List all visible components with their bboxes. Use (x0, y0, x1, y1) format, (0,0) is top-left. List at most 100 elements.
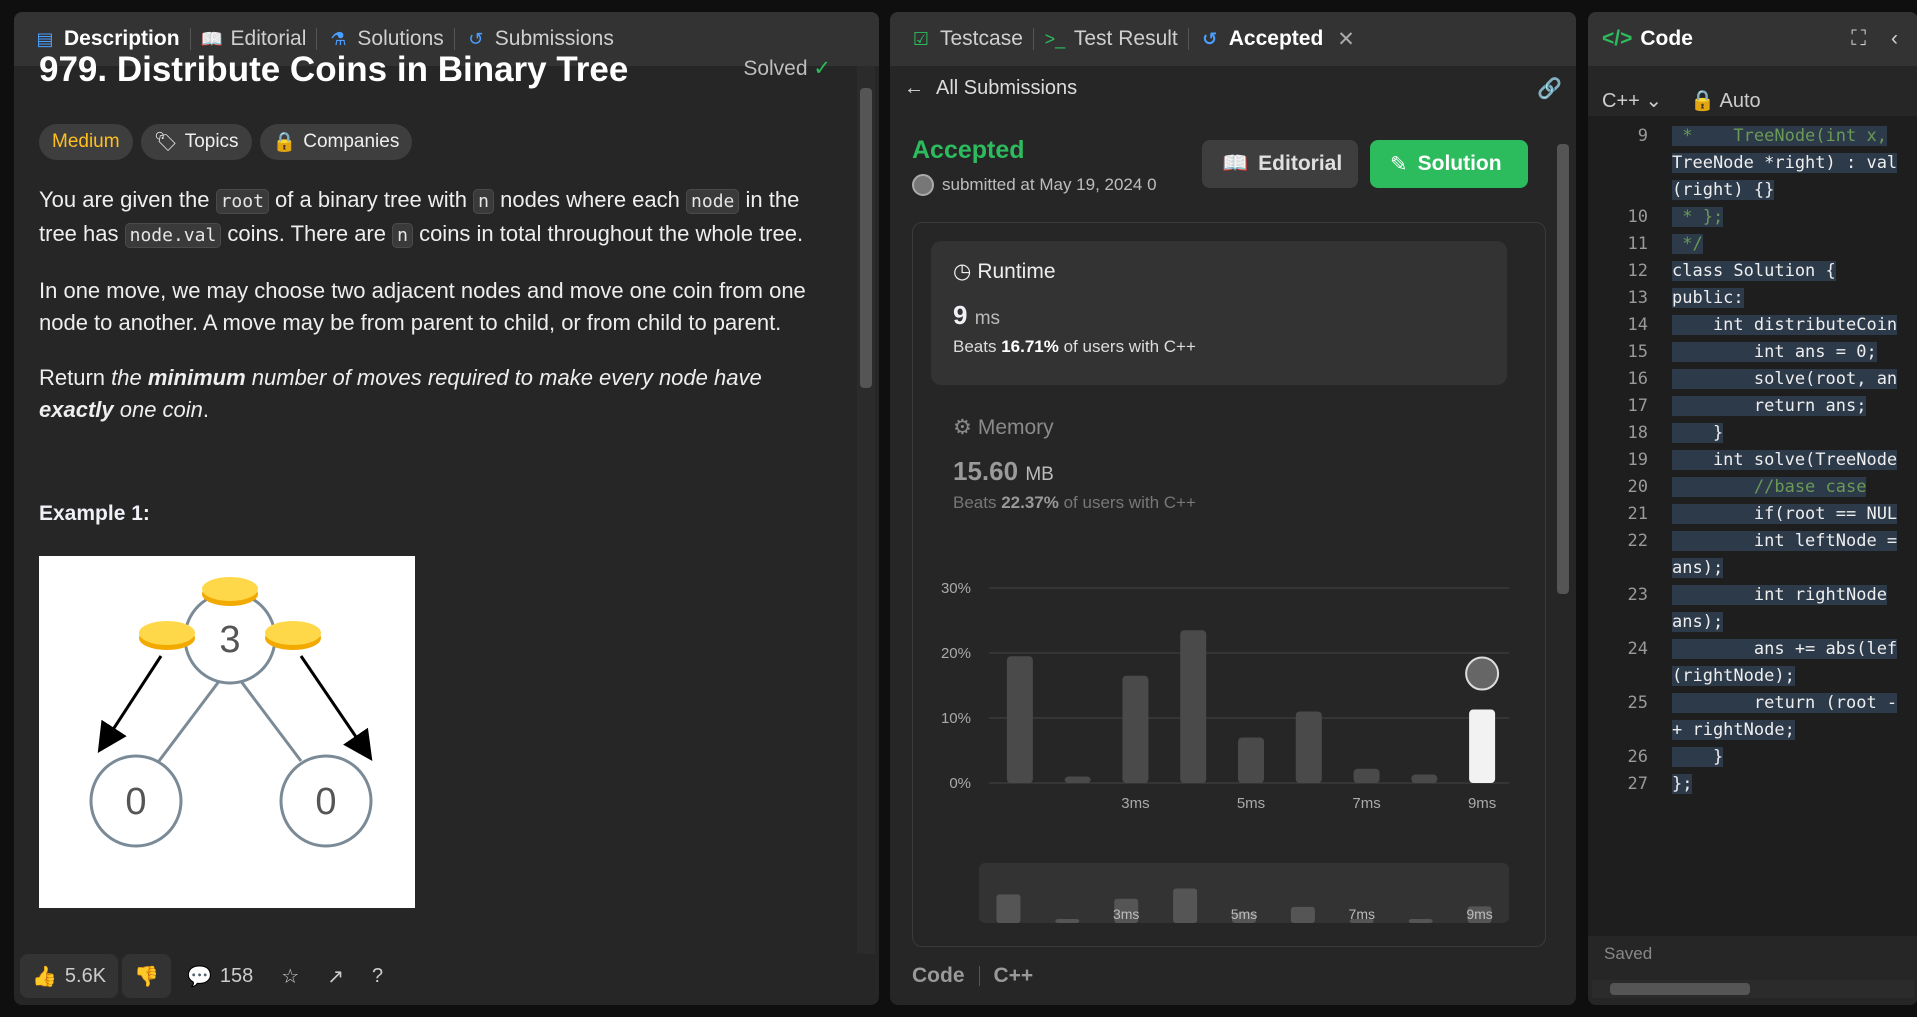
code-line: (right) {} (1672, 180, 1775, 200)
lock-icon: 🔒 (1690, 90, 1716, 112)
tab-testcase[interactable]: ☑ Testcase (900, 12, 1033, 66)
code-line: } (1672, 423, 1724, 443)
description-panel: ▤ Description 📖 Editorial ⚗ Solutions ↺ Subm… (14, 12, 879, 1005)
submission-status: Accepted (912, 136, 1025, 164)
save-status: Saved (1604, 944, 1653, 963)
auto-mode-toggle[interactable]: 🔒 Auto (1690, 88, 1761, 113)
book-icon: 📖 (200, 29, 223, 49)
y-tick-label: 20% (941, 645, 971, 662)
memory-box[interactable]: ⚙ Memory 15.60 MB Beats 22.37% of users w… (953, 415, 1196, 513)
line-number: 18 (1627, 423, 1648, 443)
history-icon: ↺ (1202, 29, 1218, 49)
book-icon: 📖 (1222, 152, 1249, 175)
code-line: class Solution { (1672, 261, 1836, 281)
example-tree-image: 3 0 0 (39, 556, 415, 908)
share-button[interactable]: ↗ (315, 954, 356, 998)
code-line: int distributeCoin (1672, 315, 1898, 335)
help-icon: ? (371, 964, 384, 987)
result-scrollbar[interactable] (1554, 122, 1572, 1005)
code-line: int ans = 0; (1672, 342, 1877, 362)
comments-button[interactable]: 💬 158 (175, 954, 265, 998)
mini-bar (1408, 919, 1433, 923)
example-label: Example 1: (39, 502, 150, 525)
help-button[interactable]: ? (360, 954, 395, 998)
line-number: 25 (1627, 693, 1648, 713)
editor-hscrollbar[interactable] (1592, 980, 1914, 998)
mini-bar (1055, 919, 1080, 923)
y-tick-label: 10% (941, 710, 971, 727)
dislike-button[interactable]: 👎 (122, 954, 171, 998)
terminal-icon: >_ (1044, 29, 1066, 49)
close-icon[interactable]: ✕ (1337, 27, 1355, 52)
link-icon[interactable]: 🔗 (1537, 76, 1562, 101)
line-number: 26 (1627, 747, 1648, 767)
flask-icon: ⚗ (330, 29, 347, 49)
like-button[interactable]: 👍 5.6K (20, 954, 119, 998)
tab-test-result[interactable]: >_ Test Result (1034, 12, 1188, 66)
tab-accepted[interactable]: ↺ Accepted ✕ (1189, 12, 1365, 66)
runtime-box[interactable]: ◷ Runtime 9 ms Beats 16.71% of users with… (931, 241, 1507, 385)
chart-bar (1469, 709, 1496, 783)
solution-button[interactable]: ✎ Solution (1370, 140, 1528, 188)
chart-bar (1064, 776, 1091, 783)
code-line: TreeNode *right) : val (1672, 153, 1898, 173)
line-number: 22 (1627, 531, 1648, 551)
code-line: + rightNode; (1672, 720, 1795, 740)
language-select[interactable]: C++ ⌄ (1602, 88, 1662, 113)
companies-badge[interactable]: 🔒 Companies (259, 124, 413, 160)
code-line: ans += abs(lef (1672, 639, 1898, 659)
code-line: ans); (1672, 612, 1724, 632)
submitted-info: submitted at May 19, 2024 0 (912, 174, 1157, 196)
line-number: 21 (1627, 504, 1648, 524)
code-editor[interactable]: 9 * TreeNode(int x, TreeNode *right) : va… (1588, 116, 1917, 936)
chart-bar (1238, 737, 1264, 783)
checkbox-icon: ☑ (912, 29, 930, 49)
document-icon: ▤ (36, 29, 54, 49)
clock-icon: ◷ (953, 260, 972, 283)
chart-bar (1122, 675, 1149, 783)
line-number: 10 (1627, 207, 1648, 227)
svg-text:3: 3 (219, 619, 240, 661)
line-number: 16 (1627, 369, 1648, 389)
solved-status: Solved ✓ (743, 57, 831, 80)
code-line: //base case (1672, 477, 1867, 497)
mini-tick-label: 7ms (1349, 906, 1375, 922)
code-line: public: (1672, 288, 1744, 308)
code-panel: </> Code ⛶ ‹ C++ ⌄ 🔒 Auto 9 * TreeNode(i… (1588, 12, 1917, 1005)
x-tick-label: 7ms (1352, 795, 1380, 812)
history-icon: ↺ (468, 29, 484, 49)
code-line: if(root == NUL (1672, 504, 1898, 524)
difficulty-badge[interactable]: Medium (39, 124, 133, 160)
maximize-icon[interactable]: ⛶ (1851, 27, 1866, 51)
favorite-button[interactable]: ☆ (269, 954, 311, 998)
mini-bar (996, 894, 1021, 923)
code-line: return ans; (1672, 396, 1867, 416)
mini-tick-label: 3ms (1113, 906, 1139, 922)
performance-card: ◷ Runtime 9 ms Beats 16.71% of users with… (912, 222, 1546, 947)
edit-icon: ✎ (1390, 152, 1408, 176)
line-number: 23 (1627, 585, 1648, 605)
runtime-distribution-chart[interactable]: 30% 20% 10% 0% 3ms 5ms 7ms 9ms (931, 563, 1531, 853)
code-line: */ (1672, 234, 1703, 254)
avatar (912, 174, 934, 196)
star-icon: ☆ (281, 965, 300, 988)
comment-icon: 💬 (186, 965, 212, 988)
share-icon: ↗ (327, 965, 344, 988)
check-circle-icon: ✓ (813, 57, 831, 80)
x-tick-label: 9ms (1468, 795, 1496, 812)
result-panel: ☑ Testcase >_ Test Result ↺ Accepted ✕ ← All … (890, 12, 1576, 1005)
editorial-button[interactable]: 📖 Editorial (1202, 140, 1358, 188)
collapse-icon[interactable]: ‹ (1891, 27, 1898, 51)
chart-bar (1295, 711, 1322, 783)
description-scrollbar[interactable] (857, 66, 875, 954)
all-submissions-link[interactable]: ← All Submissions 🔗 (890, 66, 1576, 110)
x-tick-label: 5ms (1237, 795, 1265, 812)
mini-bar (1290, 906, 1315, 923)
line-number: 15 (1627, 342, 1648, 362)
code-line: int solve(TreeNode (1672, 450, 1898, 470)
problem-title: 979. Distribute Coins in Binary Tree (39, 50, 629, 89)
topics-badge[interactable]: 🏷 Topics (140, 124, 252, 160)
arrow-left-icon: ← (904, 76, 924, 99)
mini-tick-label: 9ms (1466, 906, 1492, 922)
chart-range-slider[interactable]: 3ms 5ms 7ms 9ms (979, 863, 1509, 923)
